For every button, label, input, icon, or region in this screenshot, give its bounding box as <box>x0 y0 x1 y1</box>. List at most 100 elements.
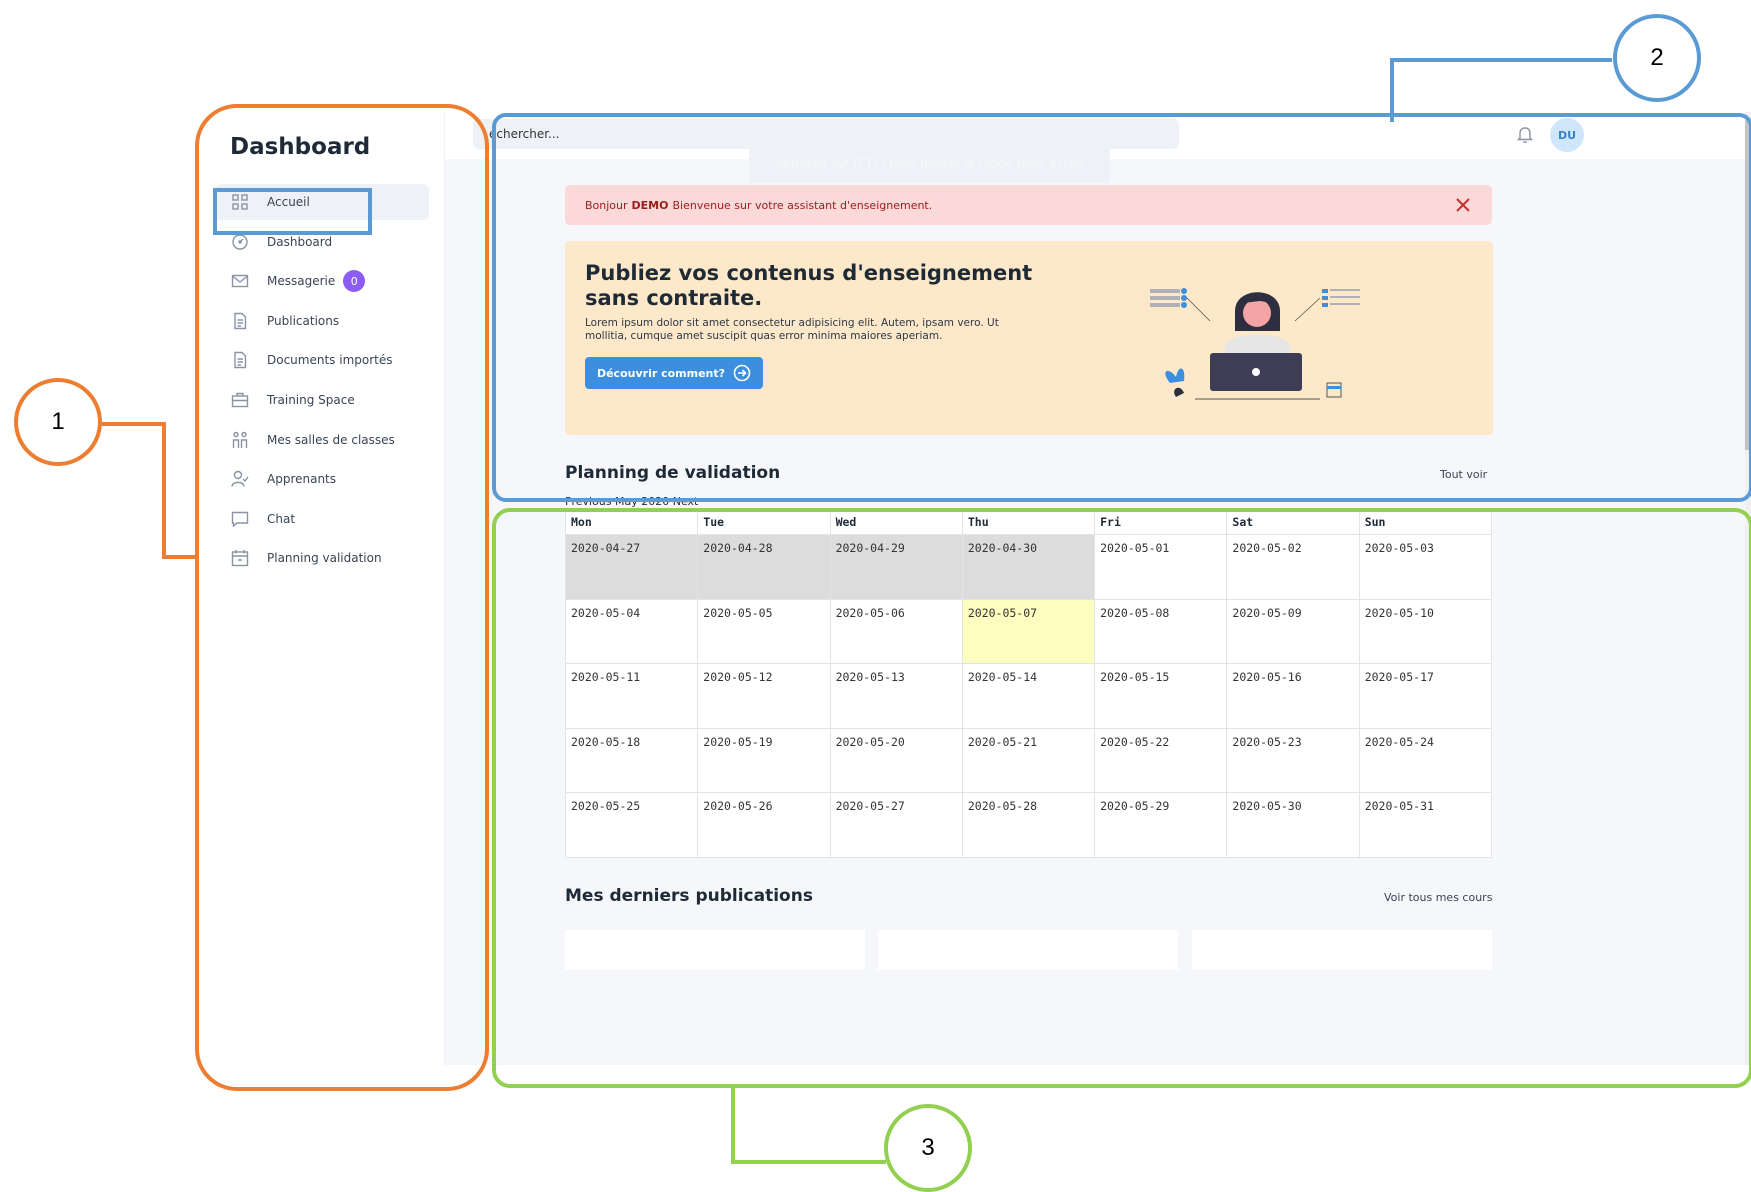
publication-card[interactable] <box>565 930 865 970</box>
calendar-day-cell[interactable]: 2020-05-28 <box>961 792 1096 858</box>
annotated-screenshot: Dashboard Accueil Dashboard Messagerie 0 <box>0 0 1751 1192</box>
calendar-day-cell[interactable]: 2020-05-16 <box>1226 663 1360 729</box>
calendar-day-cell-today[interactable]: 2020-05-07 <box>961 598 1096 664</box>
calendar-month-label: May 2020 <box>615 495 670 508</box>
calendar-day-cell[interactable]: 2020-05-23 <box>1226 727 1360 793</box>
annotation-connector-1 <box>102 422 197 559</box>
gauge-icon <box>231 233 249 251</box>
calendar-day-cell[interactable]: 2020-04-29 <box>829 534 963 600</box>
calendar-week-row: 2020-05-11 2020-05-12 2020-05-13 2020-05… <box>564 663 1493 729</box>
calendar-day-cell[interactable]: 2020-05-03 <box>1358 534 1493 600</box>
calendar-day-cell[interactable]: 2020-05-12 <box>697 663 831 729</box>
alert-message: Bienvenue sur votre assistant d'enseigne… <box>672 198 933 212</box>
calendar-day-cell[interactable]: 2020-05-31 <box>1358 792 1493 858</box>
sidebar-item-apprenants[interactable]: Apprenants <box>215 461 429 497</box>
calendar-day-cell[interactable]: 2020-05-30 <box>1226 792 1360 858</box>
sidebar-item-publications[interactable]: Publications <box>215 303 429 339</box>
annotation-label-1: 1 <box>14 378 102 466</box>
annotation-connector-3 <box>731 1086 886 1164</box>
calendar-day-cell[interactable]: 2020-05-17 <box>1358 663 1493 729</box>
publication-card[interactable] <box>878 930 1178 970</box>
close-icon[interactable] <box>1454 196 1472 214</box>
calendar-day-cell[interactable]: 2020-05-06 <box>829 598 963 664</box>
calendar-week-row: 2020-05-25 2020-05-26 2020-05-27 2020-05… <box>564 792 1493 858</box>
annotation-label-2: 2 <box>1613 14 1701 102</box>
vertical-scrollbar[interactable] <box>1745 112 1751 1065</box>
avatar[interactable]: DU <box>1550 118 1584 152</box>
calendar-day-cell[interactable]: 2020-04-30 <box>961 534 1096 600</box>
arrow-right-circle-icon <box>733 364 751 382</box>
publications-see-all-link[interactable]: Voir tous mes cours <box>1384 891 1492 904</box>
calendar-header-row: Mon Tue Wed Thu Fri Sat Sun <box>564 509 1493 535</box>
calendar-day-cell[interactable]: 2020-05-18 <box>564 727 699 793</box>
sidebar-item-mes-salles-de-classes[interactable]: Mes salles de classes <box>215 422 429 458</box>
calendar-week-row: 2020-04-27 2020-04-28 2020-04-29 2020-04… <box>564 534 1493 600</box>
sidebar-item-label: Documents importés <box>267 353 393 368</box>
sidebar-item-label: Dashboard <box>267 234 333 249</box>
calendar-next-link[interactable]: Next <box>673 495 699 508</box>
fullscreen-tip: Appuyez sur [F11] pour quitter le mode p… <box>749 143 1110 183</box>
grid-icon <box>231 193 249 211</box>
people-icon <box>231 431 249 449</box>
calendar-day-cell[interactable]: 2020-05-11 <box>564 663 699 729</box>
scrollbar-thumb[interactable] <box>1745 120 1751 450</box>
calendar-day-cell[interactable]: 2020-05-13 <box>829 663 963 729</box>
sidebar-item-planning-validation[interactable]: Planning validation <box>215 540 429 576</box>
calendar-previous-link[interactable]: Previous <box>565 495 612 508</box>
sidebar-item-training-space[interactable]: Training Space <box>215 382 429 418</box>
calendar-day-cell[interactable]: 2020-05-15 <box>1094 663 1228 729</box>
chat-icon <box>231 510 249 528</box>
calendar-day-cell[interactable]: 2020-05-02 <box>1226 534 1360 600</box>
teacher-laptop-illustration <box>1150 288 1360 400</box>
sidebar-item-label: Apprenants <box>267 472 337 487</box>
calendar-day-cell[interactable]: 2020-04-28 <box>697 534 831 600</box>
publication-card[interactable] <box>1192 930 1492 970</box>
day-header-sat: Sat <box>1226 509 1360 535</box>
calendar-day-cell[interactable]: 2020-05-08 <box>1094 598 1228 664</box>
day-header-mon: Mon <box>564 509 699 535</box>
unread-badge: 0 <box>343 270 366 293</box>
sidebar-item-documents-importes[interactable]: Documents importés <box>215 342 429 378</box>
day-header-sun: Sun <box>1358 509 1493 535</box>
discover-button-label: Découvrir comment? <box>596 366 726 380</box>
calendar-day-cell[interactable]: 2020-05-05 <box>697 598 831 664</box>
calendar-day-cell[interactable]: 2020-05-04 <box>564 598 699 664</box>
calendar-day-cell[interactable]: 2020-05-24 <box>1358 727 1493 793</box>
document-icon <box>231 312 249 330</box>
app-window: Dashboard Accueil Dashboard Messagerie 0 <box>201 112 1751 1065</box>
calendar-day-cell[interactable]: 2020-05-26 <box>697 792 831 858</box>
calendar-day-cell[interactable]: 2020-05-10 <box>1358 598 1493 664</box>
welcome-alert: Bonjour DEMO Bienvenue sur votre assista… <box>565 185 1492 225</box>
day-header-tue: Tue <box>697 509 831 535</box>
calendar-day-cell[interactable]: 2020-05-09 <box>1226 598 1360 664</box>
calendar-day-cell[interactable]: 2020-05-29 <box>1094 792 1228 858</box>
hero-title: Publiez vos contenus d'enseignement sans… <box>585 261 1033 310</box>
day-header-thu: Thu <box>961 509 1096 535</box>
bell-icon[interactable] <box>1515 124 1535 144</box>
sidebar-item-label: Chat <box>267 511 296 526</box>
discover-button[interactable]: Découvrir comment? <box>585 357 763 389</box>
calendar-nav: Previous May 2020 Next <box>565 495 698 508</box>
publications-title: Mes derniers publications <box>565 886 813 906</box>
alert-prefix: Bonjour <box>585 198 628 212</box>
sidebar-title: Dashboard <box>230 134 371 160</box>
calendar-day-cell[interactable]: 2020-04-27 <box>564 534 699 600</box>
calendar-day-cell[interactable]: 2020-05-20 <box>829 727 963 793</box>
sidebar-item-chat[interactable]: Chat <box>215 501 429 537</box>
sidebar-item-dashboard[interactable]: Dashboard <box>215 224 429 260</box>
sidebar-item-messagerie[interactable]: Messagerie 0 <box>215 263 429 299</box>
mail-icon <box>231 272 249 290</box>
alert-user-name: DEMO <box>631 198 669 212</box>
calendar-day-cell[interactable]: 2020-05-27 <box>829 792 963 858</box>
sidebar-item-accueil[interactable]: Accueil <box>215 184 429 220</box>
calendar-day-cell[interactable]: 2020-05-21 <box>961 727 1096 793</box>
calendar-week-row: 2020-05-18 2020-05-19 2020-05-20 2020-05… <box>564 727 1493 793</box>
document-icon <box>231 351 249 369</box>
calendar-day-cell[interactable]: 2020-05-25 <box>564 792 699 858</box>
calendar-day-cell[interactable]: 2020-05-01 <box>1094 534 1228 600</box>
calendar-day-cell[interactable]: 2020-05-14 <box>961 663 1096 729</box>
sidebar: Dashboard Accueil Dashboard Messagerie 0 <box>201 112 445 1065</box>
planning-see-all-link[interactable]: Tout voir <box>1440 468 1487 481</box>
calendar-day-cell[interactable]: 2020-05-22 <box>1094 727 1228 793</box>
calendar-day-cell[interactable]: 2020-05-19 <box>697 727 831 793</box>
